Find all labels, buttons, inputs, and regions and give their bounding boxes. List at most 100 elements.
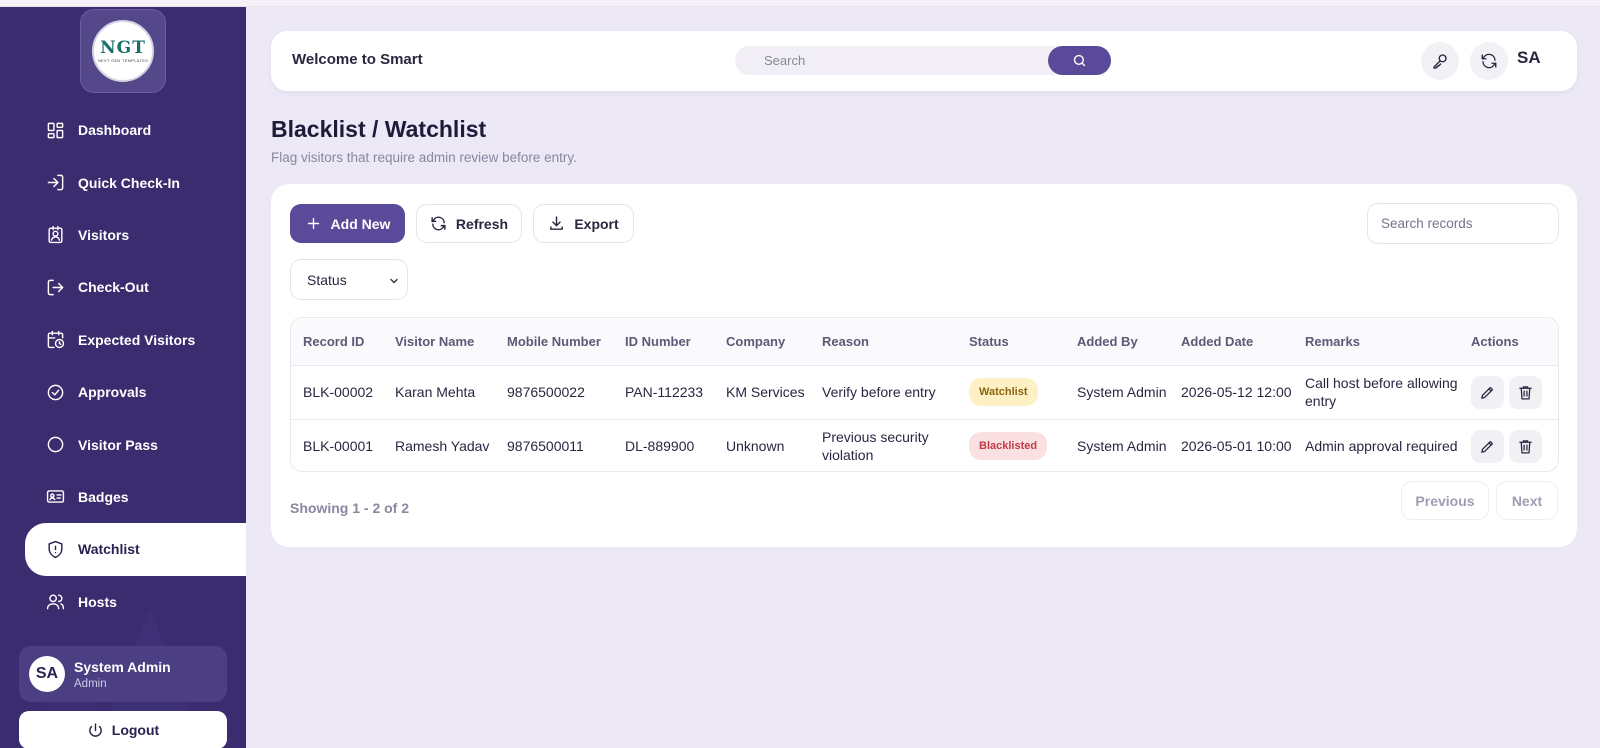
add-new-button[interactable]: Add New xyxy=(290,204,405,243)
user-card[interactable]: SA System Admin Admin xyxy=(19,646,227,702)
calendar-clock-icon xyxy=(47,331,65,349)
sidebar: NGT NEXT GEN TEMPLATES Dashboard Quick C… xyxy=(0,7,246,748)
status-badge: Blacklisted xyxy=(969,432,1048,461)
column-header[interactable]: Visitor Name xyxy=(383,318,495,366)
cell-added-date: 2026-05-12 12:00 xyxy=(1169,365,1293,420)
column-header[interactable]: Mobile Number xyxy=(495,318,613,366)
download-icon xyxy=(550,216,564,230)
cell-remarks: Call host before allowing entry xyxy=(1293,365,1459,420)
column-header[interactable]: Added By xyxy=(1065,318,1169,366)
column-header[interactable]: Company xyxy=(714,318,810,366)
cell-actions xyxy=(1459,419,1558,471)
check-circle-icon xyxy=(47,384,64,400)
logo-subtext: NEXT GEN TEMPLATES xyxy=(97,58,149,63)
column-header[interactable]: Added Date xyxy=(1169,318,1293,366)
top-header: Welcome to Smart SA xyxy=(271,31,1577,91)
cell-company: Unknown xyxy=(726,438,785,455)
shield-alert-icon xyxy=(48,540,63,558)
cell-reason: Verify before entry xyxy=(810,365,957,420)
cell-mobile: 9876500011 xyxy=(507,438,584,455)
add-new-label: Add New xyxy=(330,215,391,232)
pencil-icon xyxy=(1481,386,1494,399)
sidebar-item-label: Badges xyxy=(78,488,129,505)
sidebar-item-quick-check-in[interactable]: Quick Check-In xyxy=(0,156,246,208)
page-subtitle: Flag visitors that require admin review … xyxy=(271,150,577,165)
column-header[interactable]: Reason xyxy=(810,318,957,366)
top-border xyxy=(0,0,1600,7)
cell-mobile: 9876500022 xyxy=(495,365,613,420)
sidebar-item-dashboard[interactable]: Dashboard xyxy=(0,104,246,156)
user-role: Admin xyxy=(74,677,107,690)
logout-arrow-icon xyxy=(47,279,64,296)
logout-button[interactable]: Logout xyxy=(19,711,227,748)
edit-button[interactable] xyxy=(1471,375,1504,409)
avatar: SA xyxy=(29,656,65,692)
sidebar-item-label: Quick Check-In xyxy=(78,174,180,191)
delete-button[interactable] xyxy=(1509,429,1542,463)
sidebar-item-expected-visitors[interactable]: Expected Visitors xyxy=(0,314,246,366)
logo-badge: NGT NEXT GEN TEMPLATES xyxy=(92,20,154,82)
search-input[interactable] xyxy=(735,46,1045,75)
dashboard-icon xyxy=(47,122,64,139)
search-records-input[interactable] xyxy=(1367,203,1559,244)
sidebar-item-label: Visitor Pass xyxy=(78,436,158,453)
power-icon xyxy=(88,722,102,737)
cell-added-by: System Admin xyxy=(1077,438,1167,455)
header-avatar[interactable]: SA xyxy=(1517,48,1541,68)
column-header[interactable]: Status xyxy=(957,318,1065,366)
sidebar-item-label: Approvals xyxy=(78,384,147,401)
sidebar-item-label: Watchlist xyxy=(78,541,140,558)
cell-added-by: System Admin xyxy=(1065,365,1169,420)
sidebar-item-check-out[interactable]: Check-Out xyxy=(0,261,246,313)
trash-icon xyxy=(1519,385,1532,400)
circle-icon xyxy=(47,436,64,453)
sidebar-item-visitors[interactable]: Visitors xyxy=(0,209,246,261)
plus-icon xyxy=(307,217,319,230)
refresh-label: Refresh xyxy=(455,215,509,232)
cell-record-id: BLK-00001 xyxy=(303,438,374,455)
sidebar-item-approvals[interactable]: Approvals xyxy=(0,366,246,418)
status-filter-select[interactable]: Status xyxy=(290,259,408,300)
global-search xyxy=(735,46,1111,75)
cell-reason: Previous security violation xyxy=(822,429,929,464)
sidebar-item-label: Check-Out xyxy=(78,279,149,296)
edit-button[interactable] xyxy=(1471,429,1504,463)
delete-button[interactable] xyxy=(1509,375,1542,409)
export-button[interactable]: Export xyxy=(533,204,634,243)
id-card-icon xyxy=(46,490,65,504)
sidebar-item-watchlist[interactable]: Watchlist xyxy=(25,523,246,576)
sync-button[interactable] xyxy=(1470,42,1508,80)
status-badge: Watchlist xyxy=(969,378,1038,406)
logo-text: NGT xyxy=(100,38,146,58)
table-row[interactable]: BLK-00002 Karan Mehta 9876500022 PAN-112… xyxy=(291,365,1558,420)
refresh-button[interactable]: Refresh xyxy=(416,204,522,243)
user-name: System Admin xyxy=(74,658,171,675)
search-icon xyxy=(1073,54,1086,67)
key-button[interactable] xyxy=(1421,42,1459,80)
chevron-down-icon xyxy=(390,278,398,284)
cell-actions xyxy=(1459,365,1558,420)
next-page-button[interactable]: Next xyxy=(1496,481,1558,520)
pagination-summary: Showing 1 - 2 of 2 xyxy=(290,500,410,516)
sidebar-item-label: Dashboard xyxy=(78,122,152,139)
previous-page-button[interactable]: Previous xyxy=(1401,481,1489,520)
search-button[interactable] xyxy=(1048,46,1111,75)
sidebar-item-label: Expected Visitors xyxy=(78,331,196,348)
key-icon xyxy=(1433,54,1447,69)
visitor-badge-icon xyxy=(48,226,63,244)
login-icon xyxy=(47,174,64,191)
sidebar-item-badges[interactable]: Badges xyxy=(0,471,246,523)
cell-added-date: 2026-05-01 10:00 xyxy=(1181,438,1292,455)
table-row[interactable]: BLK-00001 Ramesh Yadav 9876500011 DL-889… xyxy=(291,419,1558,471)
page-title: Blacklist / Watchlist xyxy=(271,116,487,142)
sidebar-item-visitor-pass[interactable]: Visitor Pass xyxy=(0,418,246,470)
column-header[interactable]: ID Number xyxy=(613,318,714,366)
logo[interactable]: NGT NEXT GEN TEMPLATES xyxy=(80,9,166,93)
sidebar-item-label: Visitors xyxy=(78,226,130,243)
column-header[interactable]: Record ID xyxy=(291,318,383,366)
refresh-icon xyxy=(431,216,446,231)
watchlist-table: Record ID Visitor Name Mobile Number ID … xyxy=(290,317,1559,472)
column-header[interactable]: Remarks xyxy=(1293,318,1459,366)
cell-status: Blacklisted xyxy=(957,419,1065,471)
sidebar-item-hosts[interactable]: Hosts xyxy=(0,576,246,628)
